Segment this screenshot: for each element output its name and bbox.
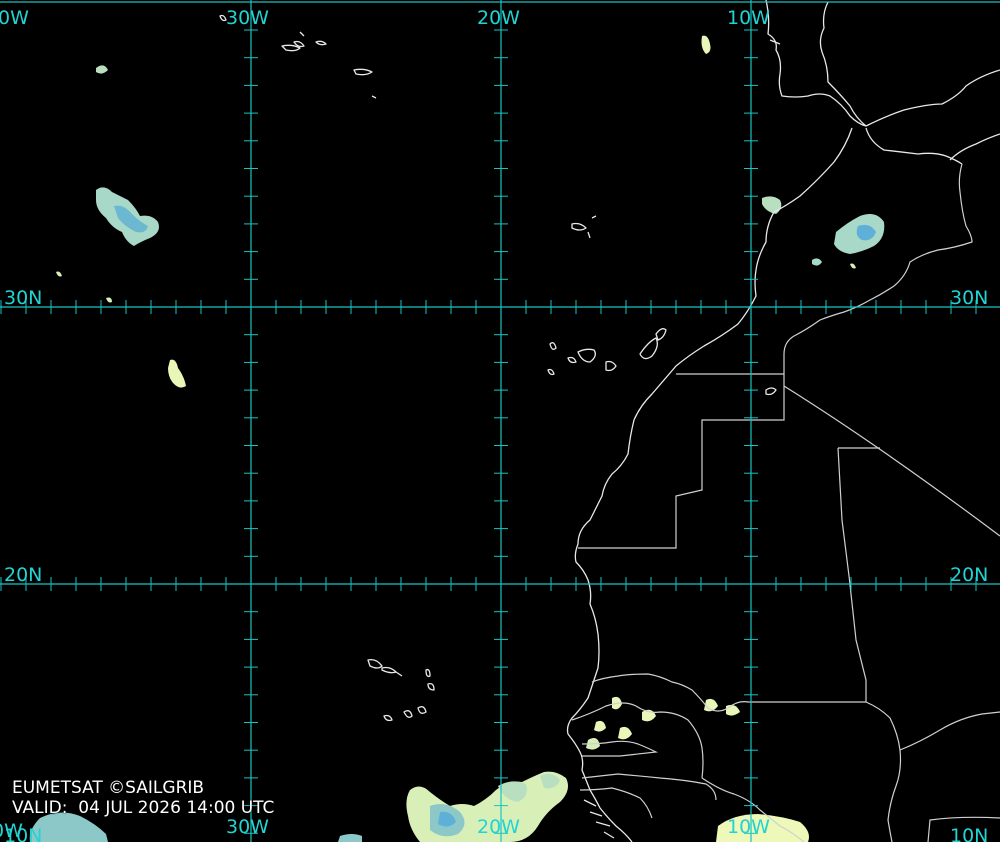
credit-valid-line: VALID: 04 JUL 2026 14:00 UTC (12, 798, 274, 818)
lat-label-left-10n: 10N (4, 825, 42, 842)
lon-label-bottom-20w: 20W (477, 816, 520, 838)
lon-label-top-20w: 20W (477, 7, 520, 29)
valid-label: VALID: (12, 798, 68, 818)
lon-label-top-30w: 30W (226, 7, 269, 29)
lat-label-right-10n: 10N (950, 825, 988, 842)
lat-label-left-30n: 30N (4, 287, 42, 309)
lat-label-right-20n: 20N (950, 564, 988, 586)
lat-label-left-20n: 20N (4, 564, 42, 586)
satellite-map: 0W 30W 20W 10W 0W 30W 20W 10W 30N 20N 10… (0, 0, 1000, 842)
credit-source: EUMETSAT ©SAILGRIB (12, 778, 205, 798)
lon-label-bottom-10w: 10W (727, 816, 770, 838)
map-background (0, 0, 1000, 842)
valid-time: 04 JUL 2026 14:00 UTC (78, 798, 275, 818)
lon-label-top-10w: 10W (727, 7, 770, 29)
lon-label-bottom-30w: 30W (226, 816, 269, 838)
lat-label-right-30n: 30N (950, 287, 988, 309)
lon-label-top-0: 0W (0, 7, 29, 29)
